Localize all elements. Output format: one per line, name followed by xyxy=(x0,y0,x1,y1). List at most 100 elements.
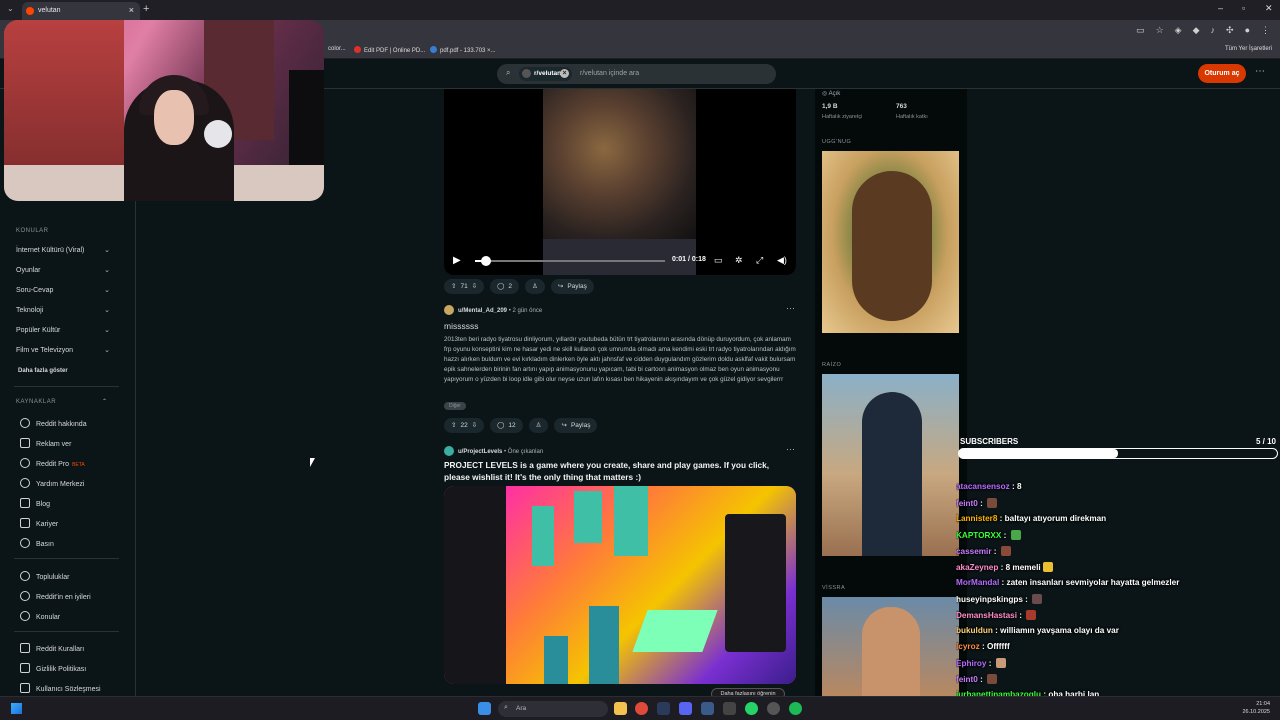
downvote-icon[interactable]: ⇩ xyxy=(472,418,477,433)
whatsapp-icon[interactable] xyxy=(745,702,758,715)
post-author[interactable]: u/Mental_Ad_209 xyxy=(458,308,507,314)
chat-username[interactable]: feint0 xyxy=(956,499,978,508)
sidebar-item-help[interactable]: Yardım Merkezi xyxy=(20,478,85,488)
chevron-up-icon[interactable]: ⌃ xyxy=(102,398,108,405)
chat-username[interactable]: Lannister8 xyxy=(956,514,997,523)
install-icon[interactable]: ▭ xyxy=(1136,25,1145,36)
app-icon[interactable] xyxy=(701,702,714,715)
volume-icon[interactable]: ◀) xyxy=(777,255,787,266)
award-button[interactable]: ♙ xyxy=(528,418,549,433)
sidebar-item-reddit-about[interactable]: Reddit hakkında xyxy=(20,418,87,428)
character-art[interactable] xyxy=(822,374,959,556)
chat-username[interactable]: KAPTORXX xyxy=(956,531,1001,540)
post-options-icon[interactable]: ⋯ xyxy=(786,303,795,314)
sidebar-item-advertise[interactable]: Reklam ver xyxy=(20,438,71,448)
chat-username[interactable]: Ephiroy xyxy=(956,659,986,668)
widgets-icon[interactable] xyxy=(478,702,491,715)
star-icon[interactable]: ☆ xyxy=(1156,25,1164,36)
chat-username[interactable]: MorMandal xyxy=(956,578,999,587)
video-player[interactable]: ▶ 0:01 / 0:18 ▭ ✲ ⤢ ◀) xyxy=(444,89,796,275)
topic-item[interactable]: Oyunlar ⌄ xyxy=(16,267,110,274)
vote-button[interactable]: ⇧ 71 ⇩ xyxy=(444,279,485,294)
show-more-link[interactable]: Daha fazla göster xyxy=(18,368,112,374)
all-bookmarks[interactable]: Tüm Yer İşaretleri xyxy=(1225,46,1272,52)
close-window-icon[interactable]: ✕ xyxy=(1265,3,1273,14)
downvote-icon[interactable]: ⇩ xyxy=(472,279,477,294)
chat-username[interactable]: bukuldun xyxy=(956,626,993,635)
file-explorer-icon[interactable] xyxy=(614,702,627,715)
sidebar-item-careers[interactable]: Kariyer xyxy=(20,518,58,528)
post-flair[interactable]: Diğer xyxy=(444,402,466,410)
topic-item[interactable]: Film ve Televizyon ⌄ xyxy=(16,347,110,354)
clock[interactable]: 21:04 26.10.2025 xyxy=(1242,700,1270,716)
share-button[interactable]: ↪ Paylaş xyxy=(554,418,598,433)
captions-icon[interactable]: ▭ xyxy=(714,255,723,266)
new-tab-icon[interactable]: + xyxy=(143,3,149,15)
bookmark-item[interactable]: Edit PDF | Online PD... xyxy=(354,46,425,54)
fullscreen-icon[interactable]: ⤢ xyxy=(756,255,763,266)
clear-chip-icon[interactable]: × xyxy=(560,69,569,78)
browser-tab[interactable]: velutan × xyxy=(22,2,140,20)
login-button[interactable]: Oturum aç xyxy=(1198,64,1246,83)
character-art[interactable] xyxy=(822,151,959,333)
windows-start-icon[interactable] xyxy=(11,703,22,714)
chat-username[interactable]: huseyinpskingps xyxy=(956,595,1023,604)
settings-icon[interactable]: ✲ xyxy=(735,255,743,266)
chrome-icon[interactable] xyxy=(635,702,648,715)
chat-username[interactable]: atacansensoz xyxy=(956,482,1010,491)
sidebar-item-topics[interactable]: Konular xyxy=(20,611,60,621)
post-title[interactable]: PROJECT LEVELS is a game where you creat… xyxy=(444,459,796,483)
sidebar-item-blog[interactable]: Blog xyxy=(20,498,50,508)
play-icon[interactable]: ▶ xyxy=(453,255,461,266)
spotify-icon[interactable] xyxy=(789,702,802,715)
chat-username[interactable]: cassemir xyxy=(956,547,992,556)
bookmark-item[interactable]: color... xyxy=(328,46,346,52)
chat-username[interactable]: DemansHastasi xyxy=(956,611,1017,620)
more-options-icon[interactable]: ⋯ xyxy=(1255,66,1265,77)
tab-list-chevron-icon[interactable]: ⌄ xyxy=(7,4,14,13)
search-input[interactable]: ⌕ r/velutan × r/velutan içinde ara xyxy=(497,64,776,84)
comments-button[interactable]: ◯ 12 xyxy=(490,418,523,433)
topic-item[interactable]: Teknoloji ⌄ xyxy=(16,307,110,314)
comments-button[interactable]: ◯ 2 xyxy=(490,279,520,294)
extension-icon[interactable]: ◈ xyxy=(1175,25,1182,36)
avatar[interactable] xyxy=(444,446,454,456)
sidebar-item-rules[interactable]: Reddit Kuralları xyxy=(20,643,84,653)
character-art[interactable] xyxy=(822,597,959,696)
bookmark-item[interactable]: pdf.pdf - 133.703 ×... xyxy=(430,46,496,54)
sidebar-item-privacy[interactable]: Gizlilik Politikası xyxy=(20,663,86,673)
sidebar-item-agreement[interactable]: Kullanıcı Sözleşmesi xyxy=(20,683,101,693)
topic-item[interactable]: İnternet Kültürü (Viral) ⌄ xyxy=(16,247,110,254)
steam-icon[interactable] xyxy=(657,702,670,715)
post-title[interactable]: missssss xyxy=(444,321,478,331)
subreddit-search-chip[interactable]: r/velutan × xyxy=(519,67,572,81)
post-image[interactable] xyxy=(444,486,796,684)
chat-username[interactable]: akaZeynep xyxy=(956,563,998,572)
minimize-icon[interactable]: – xyxy=(1218,3,1223,13)
upvote-icon[interactable]: ⇧ xyxy=(451,279,456,294)
upvote-icon[interactable]: ⇧ xyxy=(451,418,456,433)
topic-item[interactable]: Soru-Cevap ⌄ xyxy=(16,287,110,294)
close-tab-icon[interactable]: × xyxy=(129,5,134,15)
sound-icon[interactable]: ♪ xyxy=(1211,25,1216,36)
video-progress-track[interactable] xyxy=(475,256,665,266)
topic-item[interactable]: Popüler Kültür ⌄ xyxy=(16,327,110,334)
share-button[interactable]: ↪ Paylaş xyxy=(550,279,594,294)
post-author[interactable]: u/ProjectLevels xyxy=(458,449,502,455)
award-button[interactable]: ♙ xyxy=(525,279,545,294)
video-progress-knob[interactable] xyxy=(481,256,492,266)
chat-username[interactable]: lcyroz xyxy=(956,642,980,651)
sidebar-item-reddit-pro[interactable]: Reddit Pro BETA xyxy=(20,458,85,468)
sidebar-item-best[interactable]: Reddit'in en iyileri xyxy=(20,591,91,601)
sidebar-item-communities[interactable]: Topluluklar xyxy=(20,571,69,581)
shield-icon[interactable]: ◆ xyxy=(1193,25,1200,36)
puzzle-icon[interactable]: ✣ xyxy=(1226,25,1234,36)
sidebar-item-press[interactable]: Basın xyxy=(20,538,54,548)
maximize-icon[interactable]: ▫ xyxy=(1242,3,1245,13)
avatar[interactable] xyxy=(444,305,454,315)
obs-icon[interactable] xyxy=(767,702,780,715)
chat-username[interactable]: feint0 xyxy=(956,675,978,684)
profile-icon[interactable]: ● xyxy=(1245,25,1250,36)
vote-button[interactable]: ⇧ 22 ⇩ xyxy=(444,418,485,433)
post-options-icon[interactable]: ⋯ xyxy=(786,444,795,455)
